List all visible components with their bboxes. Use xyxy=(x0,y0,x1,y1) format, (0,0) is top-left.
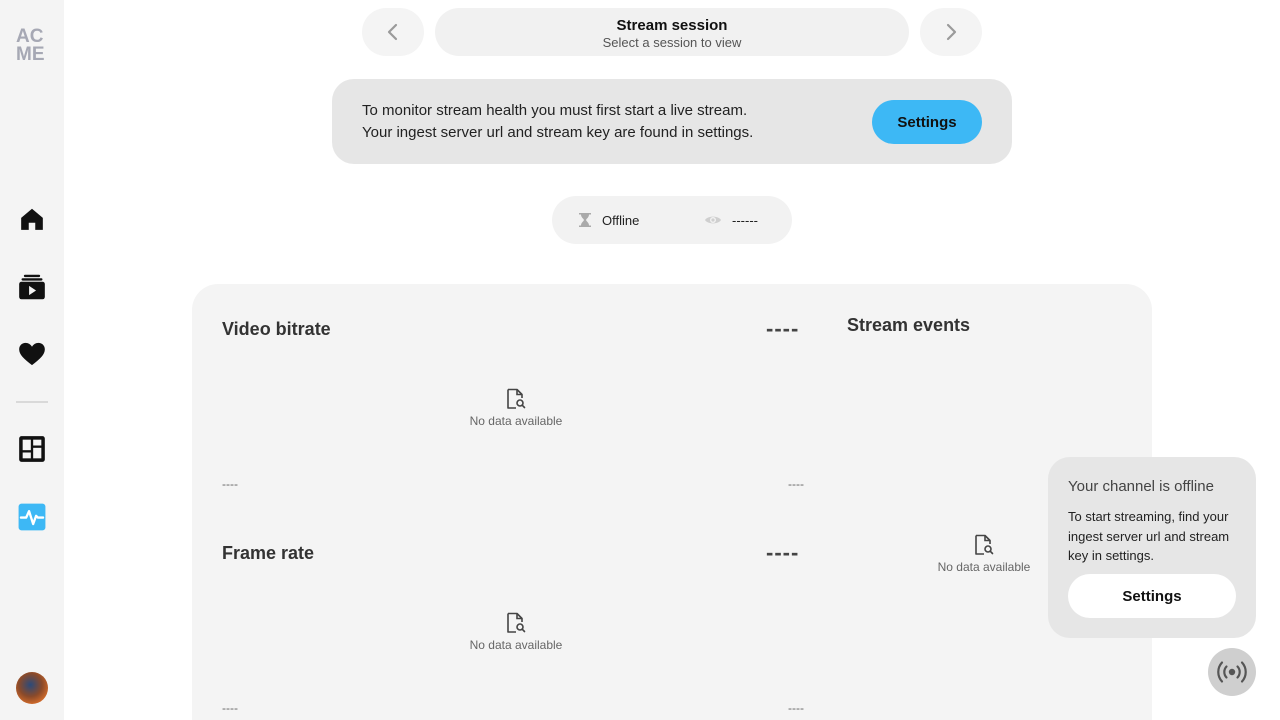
sidebar-item-home[interactable] xyxy=(16,203,48,235)
home-icon xyxy=(21,208,43,230)
eye-icon xyxy=(705,216,721,224)
stream-state: Offline xyxy=(578,196,639,244)
video-bitrate-value: ---- xyxy=(766,316,800,341)
file-search-icon xyxy=(975,534,994,555)
chevron-right-icon xyxy=(946,23,957,41)
video-bitrate-empty: No data available xyxy=(446,388,586,428)
viewer-count: ------ xyxy=(704,196,758,244)
viewer-count-value: ------ xyxy=(732,212,758,228)
banner-line-2: Your ingest server url and stream key ar… xyxy=(362,124,754,141)
file-search-icon xyxy=(507,388,526,409)
avatar[interactable] xyxy=(16,672,48,704)
frame-rate-empty: No data available xyxy=(446,612,586,652)
next-session-button[interactable] xyxy=(920,8,982,56)
file-search-icon xyxy=(507,612,526,633)
stream-events-empty-text: No data available xyxy=(937,560,1031,574)
offline-popover-text: To start streaming, find your ingest ser… xyxy=(1068,509,1230,563)
frame-rate-axis-start: ---- xyxy=(222,701,238,715)
hourglass-icon xyxy=(579,213,591,227)
dashboard-icon xyxy=(19,436,45,462)
session-subtitle: Select a session to view xyxy=(602,35,742,50)
stream-health-panel: Video bitrate ---- No data available ---… xyxy=(192,284,1152,720)
stream-events-title: Stream events xyxy=(847,315,971,335)
sidebar-item-favorites[interactable] xyxy=(16,338,48,370)
video-bitrate-axis-end: ---- xyxy=(788,477,804,491)
chevron-left-icon xyxy=(387,23,398,41)
session-title: Stream session xyxy=(616,17,728,34)
logo[interactable]: AC ME xyxy=(16,27,48,65)
banner-line-1: To monitor stream health you must first … xyxy=(362,102,748,119)
session-selector[interactable]: Stream session Select a session to view xyxy=(435,8,909,56)
previous-session-button[interactable] xyxy=(362,8,424,56)
sidebar: AC ME xyxy=(0,0,64,720)
frame-rate-value: ---- xyxy=(766,540,800,565)
banner-text: To monitor stream health you must first … xyxy=(362,100,753,144)
pulse-icon xyxy=(18,503,46,531)
stream-events-empty: No data available xyxy=(914,534,1054,574)
frame-rate-empty-text: No data available xyxy=(469,638,563,652)
logo-line-2: ME xyxy=(16,44,45,65)
stream-state-label: Offline xyxy=(602,212,640,228)
sidebar-divider xyxy=(16,401,48,403)
frame-rate-title: Frame rate xyxy=(222,543,315,563)
sidebar-item-dashboard[interactable] xyxy=(16,433,48,465)
stream-status: Offline ------ xyxy=(552,196,792,244)
frame-rate-axis-end: ---- xyxy=(788,701,804,715)
sidebar-item-videos[interactable] xyxy=(16,271,48,303)
offline-popover-title: Your channel is offline xyxy=(1068,478,1214,495)
offline-popover: Your channel is offline To start streami… xyxy=(1048,457,1256,638)
video-bitrate-title: Video bitrate xyxy=(222,319,331,339)
settings-button[interactable]: Settings xyxy=(872,100,982,144)
info-banner: To monitor stream health you must first … xyxy=(332,79,1012,164)
video-bitrate-axis-start: ---- xyxy=(222,477,238,491)
popover-settings-button[interactable]: Settings xyxy=(1068,574,1236,618)
video-library-icon xyxy=(19,274,45,300)
sidebar-item-stream-health[interactable] xyxy=(16,501,48,533)
broadcast-icon xyxy=(1217,661,1247,683)
heart-icon xyxy=(19,342,45,366)
video-bitrate-empty-text: No data available xyxy=(469,414,563,428)
broadcast-button[interactable] xyxy=(1208,648,1256,696)
